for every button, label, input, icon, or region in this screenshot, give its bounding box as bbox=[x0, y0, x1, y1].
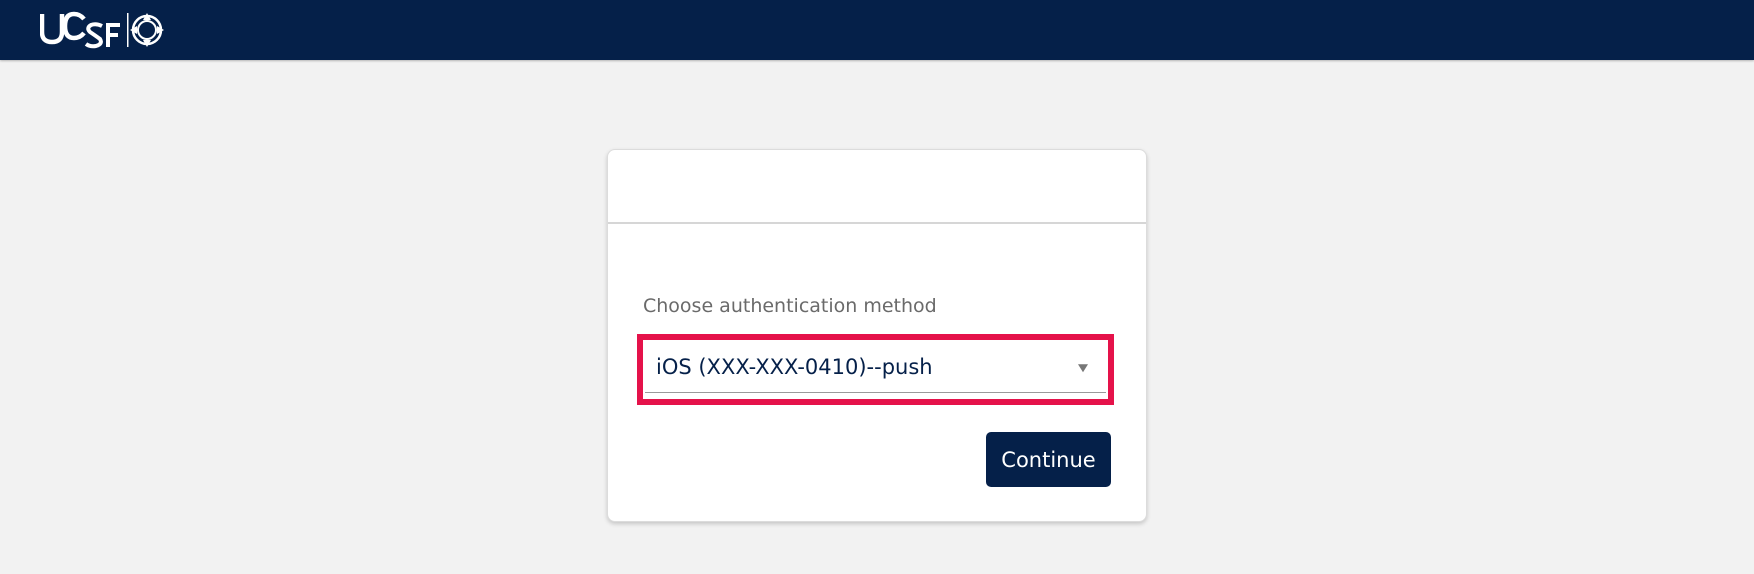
auth-method-select[interactable]: iOS (XXX-XXX-0410)--push bbox=[645, 342, 1106, 393]
card-header bbox=[608, 150, 1146, 224]
auth-method-highlight: iOS (XXX-XXX-0410)--push bbox=[637, 334, 1114, 405]
auth-method-label: Choose authentication method bbox=[643, 295, 937, 317]
selected-auth-method: iOS (XXX-XXX-0410)--push bbox=[656, 355, 933, 379]
authentication-card: Choose authentication method iOS (XXX-XX… bbox=[607, 149, 1147, 522]
top-navigation-bar bbox=[0, 0, 1754, 60]
continue-button[interactable]: Continue bbox=[986, 432, 1111, 487]
ucsf-logo-icon bbox=[40, 11, 164, 49]
ucsf-logo[interactable] bbox=[40, 10, 165, 50]
chevron-down-icon bbox=[1078, 364, 1088, 373]
compass-seal-icon bbox=[130, 13, 164, 47]
